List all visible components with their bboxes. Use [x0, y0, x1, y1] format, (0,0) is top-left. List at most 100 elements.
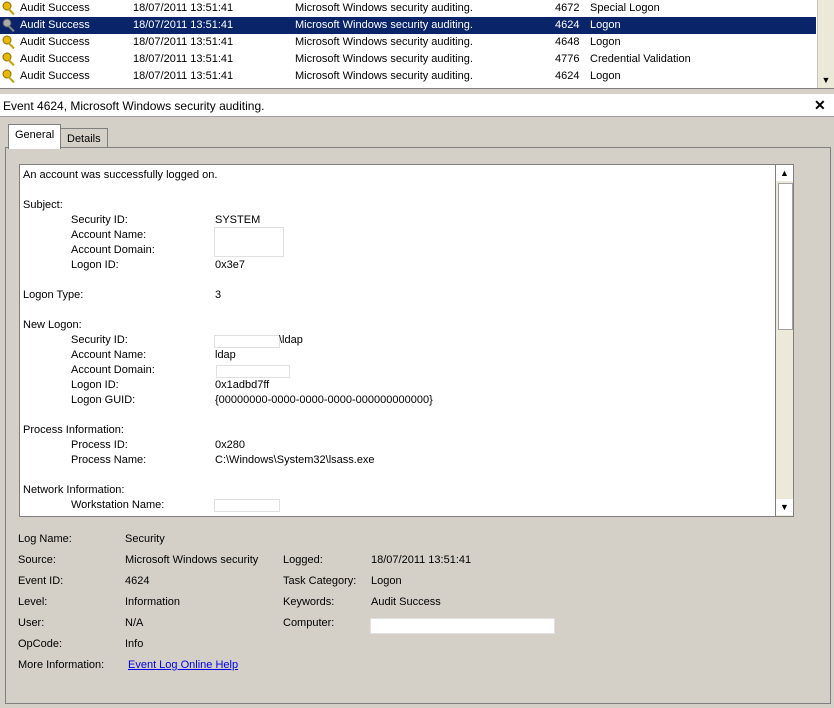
row-source: Microsoft Windows security auditing. — [295, 70, 473, 82]
desc-new-logon-heading: New Logon: — [23, 319, 82, 331]
key-icon — [2, 69, 15, 84]
prop-label: Level: — [18, 596, 48, 608]
desc-value: 0x1adbd7ff — [215, 379, 270, 391]
desc-value: {00000000-0000-0000-0000-000000000000} — [215, 394, 433, 406]
row-task: Logon — [590, 19, 621, 31]
key-icon — [2, 52, 15, 67]
row-event-id: 4648 — [555, 36, 580, 48]
desc-label: Logon ID: — [71, 379, 119, 391]
desc-intro: An account was successfully logged on. — [23, 169, 218, 181]
desc-label: Logon ID: — [71, 259, 119, 271]
row-source: Microsoft Windows security auditing. — [295, 19, 473, 31]
event-row[interactable]: Audit Success 18/07/2011 13:51:41 Micros… — [0, 51, 816, 68]
row-keywords: Audit Success — [20, 70, 90, 82]
event-row[interactable]: Audit Success 18/07/2011 13:51:41 Micros… — [0, 0, 816, 17]
event-log-help-link[interactable]: Event Log Online Help — [128, 659, 238, 671]
desc-label: Security ID: — [71, 214, 128, 226]
redacted-value — [214, 227, 284, 257]
prop-value: Logon — [371, 575, 402, 587]
desc-value: 0x3e7 — [215, 259, 245, 271]
desc-label: Account Domain: — [71, 364, 155, 376]
redacted-value — [214, 335, 280, 348]
prop-value: Security — [125, 533, 165, 545]
desc-network-heading: Network Information: — [23, 484, 125, 496]
key-icon — [2, 1, 15, 16]
prop-value: Information — [125, 596, 181, 608]
prop-value: N/A — [125, 617, 144, 629]
desc-label: Account Name: — [71, 349, 147, 361]
description-scrollbar[interactable]: ▲ ▼ — [775, 164, 794, 517]
row-task: Logon — [590, 70, 621, 82]
row-event-id: 4672 — [555, 2, 580, 14]
prop-label: OpCode: — [18, 638, 63, 650]
prop-label: Event ID: — [18, 575, 64, 587]
desc-value: C:\Windows\System32\lsass.exe — [215, 454, 375, 466]
row-event-id: 4776 — [555, 53, 580, 65]
redacted-value — [216, 365, 290, 378]
tab-details[interactable]: Details — [60, 128, 108, 149]
row-keywords: Audit Success — [20, 36, 90, 48]
row-date: 18/07/2011 13:51:41 — [133, 36, 234, 48]
event-row[interactable]: Audit Success 18/07/2011 13:51:41 Micros… — [0, 34, 816, 51]
row-keywords: Audit Success — [20, 19, 90, 31]
desc-value: 3 — [215, 289, 222, 301]
row-keywords: Audit Success — [20, 53, 90, 65]
desc-value: SYSTEM — [215, 214, 261, 226]
prop-label: Source: — [18, 554, 56, 566]
scroll-up-icon[interactable]: ▲ — [776, 165, 793, 181]
prop-label: Keywords: — [283, 596, 335, 608]
prop-value: 18/07/2011 13:51:41 — [371, 554, 472, 566]
event-list[interactable]: Audit Success 18/07/2011 13:51:41 Micros… — [0, 0, 834, 88]
event-list-scrollbar[interactable]: ▼ — [817, 0, 834, 88]
desc-subject-heading: Subject: — [23, 199, 63, 211]
desc-label: Account Name: — [71, 229, 147, 241]
desc-label: Logon Type: — [23, 289, 84, 301]
event-row-selected[interactable]: Audit Success 18/07/2011 13:51:41 Micros… — [0, 17, 816, 34]
key-icon — [2, 35, 15, 50]
row-keywords: Audit Success — [20, 2, 90, 14]
event-description[interactable]: An account was successfully logged on. S… — [19, 164, 776, 517]
prop-label: Computer: — [283, 617, 335, 629]
prop-label: Log Name: — [18, 533, 72, 545]
scroll-down-icon[interactable]: ▼ — [818, 72, 834, 88]
event-title: Event 4624, Microsoft Windows security a… — [3, 99, 265, 113]
row-source: Microsoft Windows security auditing. — [295, 2, 473, 14]
prop-value: Info — [125, 638, 144, 650]
key-icon — [2, 18, 15, 33]
row-source: Microsoft Windows security auditing. — [295, 36, 473, 48]
desc-label: Process ID: — [71, 439, 128, 451]
row-task: Credential Validation — [590, 53, 691, 65]
row-event-id: 4624 — [555, 70, 580, 82]
row-task: Logon — [590, 36, 621, 48]
redacted-value — [214, 499, 280, 512]
row-date: 18/07/2011 13:51:41 — [133, 19, 234, 31]
row-date: 18/07/2011 13:51:41 — [133, 53, 234, 65]
prop-label: Logged: — [283, 554, 323, 566]
prop-value: Audit Success — [371, 596, 441, 608]
close-icon[interactable]: ✕ — [814, 97, 826, 114]
event-row[interactable]: Audit Success 18/07/2011 13:51:41 Micros… — [0, 68, 816, 85]
desc-label: Process Name: — [71, 454, 147, 466]
desc-label: Workstation Name: — [71, 499, 165, 511]
row-date: 18/07/2011 13:51:41 — [133, 70, 234, 82]
scroll-down-icon[interactable]: ▼ — [776, 499, 793, 515]
tab-general[interactable]: General — [8, 124, 62, 149]
redacted-value — [370, 618, 555, 634]
desc-label: Account Domain: — [71, 244, 155, 256]
row-date: 18/07/2011 13:51:41 — [133, 2, 234, 14]
desc-value: \ldap — [279, 334, 303, 346]
desc-value: ldap — [215, 349, 236, 361]
prop-label: User: — [18, 617, 45, 629]
desc-label: Security ID: — [71, 334, 128, 346]
prop-value: 4624 — [125, 575, 150, 587]
scroll-thumb[interactable] — [778, 183, 793, 330]
prop-label: More Information: — [18, 659, 105, 671]
row-source: Microsoft Windows security auditing. — [295, 53, 473, 65]
row-event-id: 4624 — [555, 19, 580, 31]
desc-label: Logon GUID: — [71, 394, 136, 406]
desc-process-heading: Process Information: — [23, 424, 124, 436]
prop-label: Task Category: — [283, 575, 357, 587]
event-header: Event 4624, Microsoft Windows security a… — [0, 94, 834, 117]
prop-value: Microsoft Windows security — [125, 554, 259, 566]
desc-value: 0x280 — [215, 439, 245, 451]
